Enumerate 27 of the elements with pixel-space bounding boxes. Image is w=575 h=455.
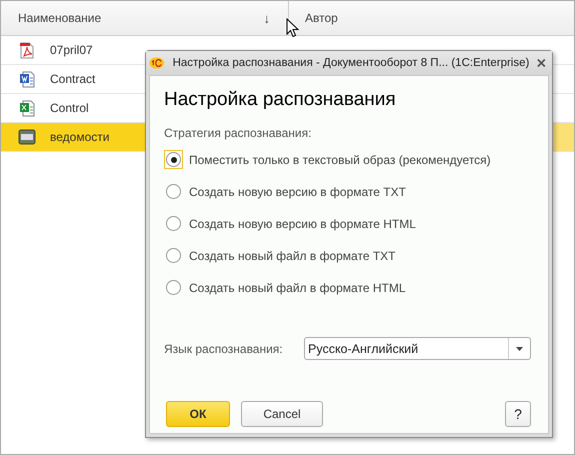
image-file-icon	[18, 129, 36, 145]
option-label[interactable]: Создать новую версию в формате HTML	[189, 216, 416, 230]
cancel-button[interactable]: Cancel	[241, 401, 323, 427]
excel-file-icon	[18, 100, 36, 116]
window-title: Настройка распознавания - Документооборот 8 П... (1C:Enterprise)	[172, 57, 530, 69]
dropdown-arrow-icon[interactable]	[516, 346, 523, 350]
option-label[interactable]: Создать новый файл в формате TXT	[189, 248, 396, 262]
language-label: Язык распознавания:	[164, 342, 284, 356]
word-file-icon	[18, 70, 36, 88]
sort-indicator: ↓	[264, 10, 270, 26]
file-name: Contract	[50, 72, 96, 86]
dialog-heading: Настройка распознавания	[164, 89, 397, 111]
pdf-file-icon	[18, 42, 36, 58]
logo-icon	[149, 56, 165, 70]
file-name: 07pril07	[50, 43, 93, 57]
close-icon[interactable]	[537, 58, 546, 68]
ok-button[interactable]: ОК	[166, 401, 230, 427]
radio-button[interactable]	[164, 150, 183, 169]
file-name: Control	[50, 101, 89, 115]
option-label[interactable]: Создать новый файл в формате HTML	[189, 280, 406, 294]
help-button[interactable]: ?	[505, 401, 531, 427]
language-dropdown[interactable]: Русско-Английский	[304, 337, 531, 360]
file-name: ведомости	[50, 130, 110, 144]
option-label[interactable]: Поместить только в текстовый образ (рекомендуется)	[189, 152, 491, 166]
mouse-cursor-icon	[286, 18, 299, 38]
strategy-label: Стратегия распознавания:	[164, 126, 312, 140]
option-label[interactable]: Создать новую версию в формате TXT	[189, 184, 406, 198]
